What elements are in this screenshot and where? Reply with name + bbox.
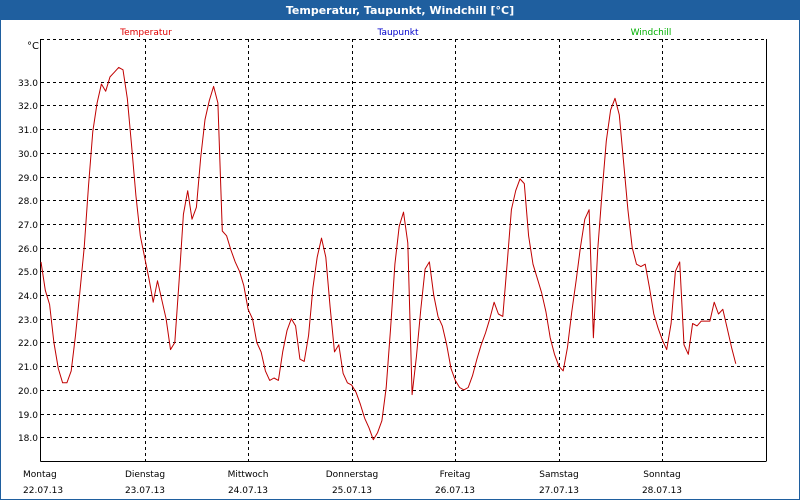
temperature-chart: 18.0 19.0 20.0 21.0 22.0 23.0 24.0 25.0 26.0 27.0… (18, 28, 767, 496)
legend-entry-temperatur: Temperatur (119, 28, 172, 38)
x-tick-day-label: Montag (23, 470, 57, 480)
x-tick-date-label: 26.07.13 (435, 486, 475, 496)
legend: Temperatur Taupunkt Windchill (119, 28, 671, 38)
y-tick-label: 31.0 (18, 126, 38, 136)
y-tick-label: 30.0 (18, 150, 38, 160)
x-tick-day-label: Mittwoch (228, 470, 269, 480)
x-tick-date-label: 28.07.13 (642, 486, 682, 496)
x-tick-day-label: Samstag (539, 470, 578, 480)
x-tick-date-label: 27.07.13 (539, 486, 579, 496)
x-tick-date-label: 25.07.13 (332, 486, 372, 496)
x-tick-date-label: 22.07.13 (23, 486, 63, 496)
x-tick-day-label: Sonntag (643, 470, 680, 480)
y-tick-label: 18.0 (18, 434, 38, 444)
chart-window: Temperatur, Taupunkt, Windchill [°C] 18.… (0, 0, 800, 500)
x-tick-day-label: Freitag (440, 470, 471, 480)
y-tick-label: 20.0 (18, 387, 38, 397)
y-tick-label: 19.0 (18, 411, 38, 421)
y-axis-unit-label: °C (27, 41, 39, 52)
y-tick-label: 29.0 (18, 174, 38, 184)
y-tick-label: 28.0 (18, 197, 38, 207)
x-tick-date-label: 23.07.13 (125, 486, 165, 496)
window-title: Temperatur, Taupunkt, Windchill [°C] (1, 1, 799, 20)
y-tick-label: 23.0 (18, 316, 38, 326)
y-tick-label: 25.0 (18, 268, 38, 278)
y-tick-label: 22.0 (18, 339, 38, 349)
legend-entry-windchill: Windchill (631, 28, 672, 38)
y-tick-label: 32.0 (18, 102, 38, 112)
x-tick-day-label: Dienstag (125, 470, 165, 480)
legend-entry-taupunkt: Taupunkt (376, 28, 419, 38)
grid-lines (41, 39, 766, 461)
x-tick-day-label: Donnerstag (326, 470, 379, 480)
y-tick-label: 26.0 (18, 245, 38, 255)
y-tick-label: 27.0 (18, 221, 38, 231)
y-tick-label: 21.0 (18, 363, 38, 373)
y-axis: 18.0 19.0 20.0 21.0 22.0 23.0 24.0 25.0 26.0 27.0… (18, 79, 38, 444)
y-tick-label: 24.0 (18, 292, 38, 302)
y-tick-label: 33.0 (18, 79, 38, 89)
x-axis: Montag 22.07.13 Dienstag 23.07.13 Mittwoch 24… (23, 470, 682, 496)
x-tick-date-label: 24.07.13 (228, 486, 268, 496)
plot-frame (40, 39, 767, 462)
